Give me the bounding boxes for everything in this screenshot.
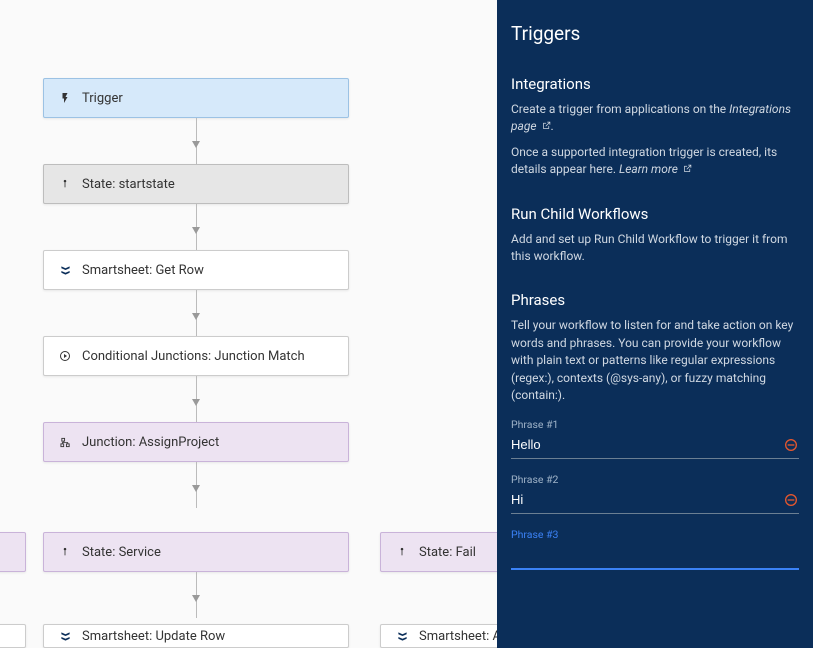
external-link-icon <box>542 118 551 127</box>
node-junction-assign[interactable]: Junction: AssignProject <box>43 422 349 462</box>
junction-icon <box>58 435 72 449</box>
connector <box>196 572 197 618</box>
node-state-fail[interactable]: State: Fail <box>380 532 497 572</box>
integrations-text-1: Create a trigger from applications on th… <box>511 101 799 136</box>
phrase-row-2: Phrase #2 <box>511 473 799 514</box>
connector <box>196 462 197 508</box>
node-smartsheet-update[interactable]: Smartsheet: Update Row <box>43 624 349 648</box>
connector <box>196 118 197 164</box>
connector <box>196 376 197 422</box>
integrations-text-2: Once a supported integration trigger is … <box>511 144 799 179</box>
sidebar-title: Triggers <box>511 22 799 45</box>
node-state-left[interactable] <box>0 532 26 572</box>
state-icon <box>58 177 72 191</box>
remove-phrase-button[interactable] <box>783 437 799 453</box>
node-label: Junction: AssignProject <box>82 435 219 450</box>
state-icon <box>58 545 72 559</box>
node-state-service[interactable]: State: Service <box>43 532 349 572</box>
phrase-label: Phrase #1 <box>511 418 799 431</box>
phrase-label: Phrase #3 <box>511 528 799 541</box>
connector <box>196 204 197 250</box>
play-circle-icon <box>58 349 72 363</box>
smartsheet-icon <box>58 629 72 643</box>
node-state-start[interactable]: State: startstate <box>43 164 349 204</box>
phrase-input-3[interactable] <box>511 543 799 570</box>
phrases-description: Tell your workflow to listen for and tak… <box>511 317 799 404</box>
phrases-heading: Phrases <box>511 291 799 309</box>
node-conditional-junction[interactable]: Conditional Junctions: Junction Match <box>43 336 349 376</box>
learn-more-link[interactable]: Learn more <box>619 162 692 176</box>
external-link-icon <box>683 161 692 170</box>
workflow-canvas[interactable]: Trigger State: startstate Smartsheet: Ge… <box>0 0 497 648</box>
remove-phrase-button[interactable] <box>783 492 799 508</box>
state-icon <box>395 545 409 559</box>
node-label: Smartsheet: Update Row <box>82 629 225 644</box>
node-label: State: Service <box>82 545 161 560</box>
bolt-icon <box>58 91 72 105</box>
node-label: Smartsheet: Get Row <box>82 263 204 278</box>
smartsheet-icon <box>58 263 72 277</box>
runchild-text: Add and set up Run Child Workflow to tri… <box>511 231 799 266</box>
phrase-label: Phrase #2 <box>511 473 799 486</box>
node-label: State: startstate <box>82 177 175 192</box>
phrase-input-2[interactable] <box>511 488 799 514</box>
node-label: Conditional Junctions: Junction Match <box>82 349 305 364</box>
phrase-input-1[interactable] <box>511 433 799 459</box>
node-label: Smartsheet: Add <box>419 629 497 644</box>
node-label: State: Fail <box>419 545 476 560</box>
phrase-row-3: Phrase #3 <box>511 528 799 570</box>
node-label: Trigger <box>82 91 123 106</box>
node-smartsheet-add[interactable]: Smartsheet: Add <box>380 624 497 648</box>
triggers-sidebar: Triggers Integrations Create a trigger f… <box>497 0 813 648</box>
node-bottom-left[interactable] <box>0 624 26 648</box>
integrations-heading: Integrations <box>511 75 799 93</box>
smartsheet-icon <box>395 629 409 643</box>
phrase-row-1: Phrase #1 <box>511 418 799 459</box>
runchild-heading: Run Child Workflows <box>511 205 799 223</box>
node-trigger[interactable]: Trigger <box>43 78 349 118</box>
connector <box>196 290 197 336</box>
node-smartsheet-get[interactable]: Smartsheet: Get Row <box>43 250 349 290</box>
